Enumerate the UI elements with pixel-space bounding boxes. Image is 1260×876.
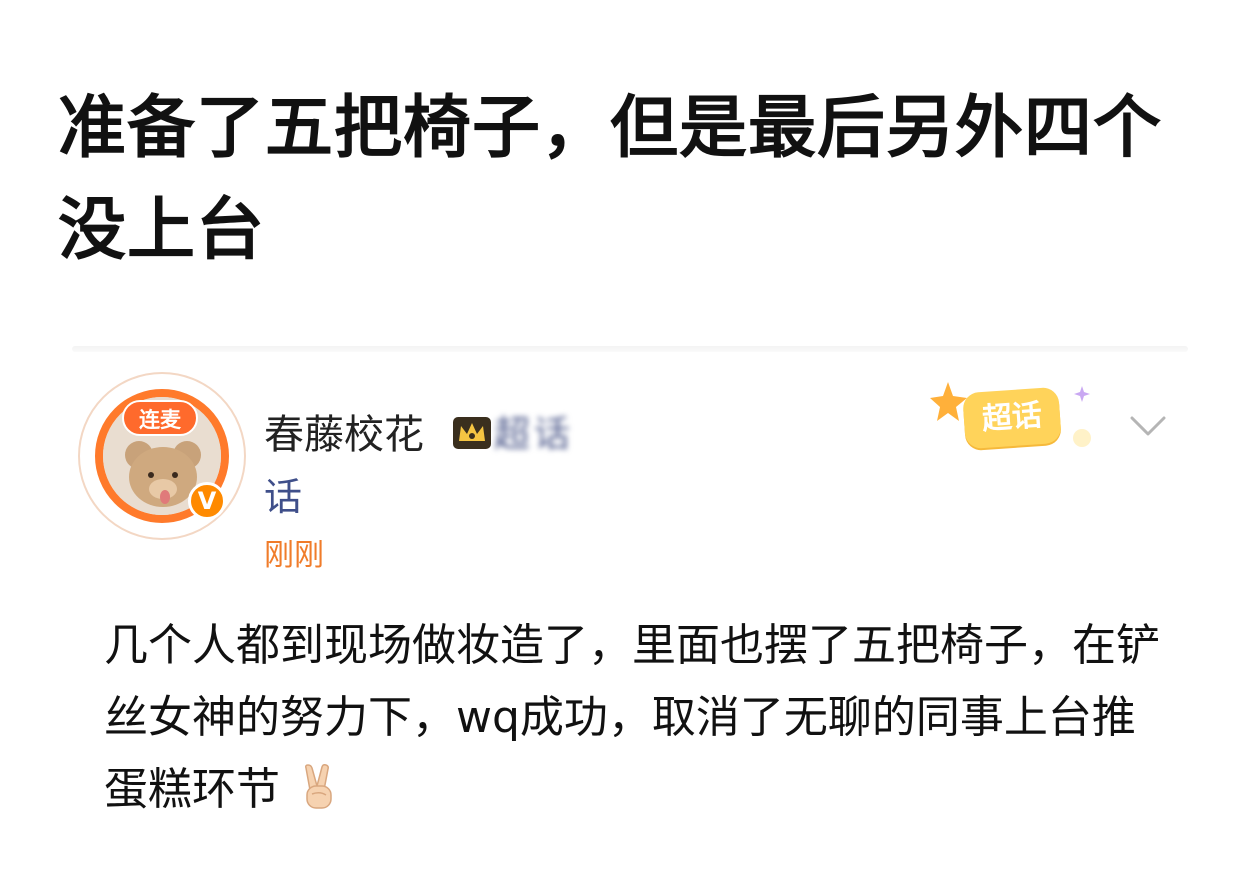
blurred-topic-tag[interactable]: 超话 — [494, 412, 794, 458]
supertopic-badge[interactable]: 超话 — [930, 376, 1102, 460]
avatar[interactable]: 连麦 V — [78, 372, 250, 544]
supertopic-label: 超话 — [962, 386, 1062, 450]
chevron-down-icon[interactable] — [1128, 414, 1168, 438]
verified-badge-icon: V — [188, 482, 226, 520]
page-title: 准备了五把椅子，但是最后另外四个没上台 — [58, 89, 1163, 270]
topic-tag-tail[interactable]: 话 — [264, 472, 302, 522]
user-name[interactable]: 春藤校花 — [264, 410, 424, 460]
blurred-topic-text: 超话 — [494, 414, 575, 455]
post-timestamp: 刚刚 — [264, 538, 324, 573]
card-divider — [72, 346, 1188, 352]
post-body: 几个人都到现场做妆造了，里面也摆了五把椅子，在铲丝女神的努力下，wq成功，取消了… — [104, 610, 1164, 826]
live-badge: 连麦 — [122, 400, 198, 436]
post-body-text: 几个人都到现场做妆造了，里面也摆了五把椅子，在铲丝女神的努力下，wq成功，取消了… — [104, 620, 1160, 815]
crown-icon — [453, 417, 491, 449]
victory-hand-icon — [305, 764, 332, 809]
